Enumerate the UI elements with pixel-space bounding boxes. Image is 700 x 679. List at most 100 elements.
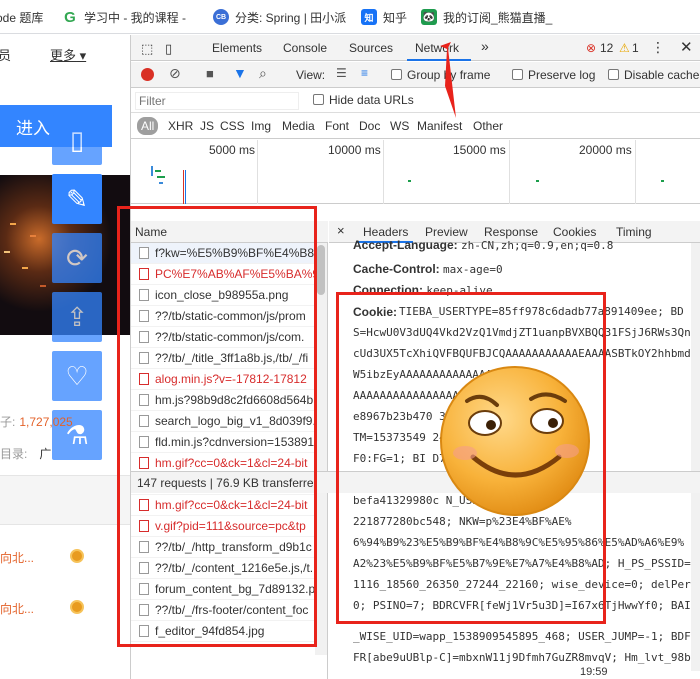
timeline-gridline [635,140,636,204]
type-filter-ws[interactable]: WS [390,119,409,133]
more-tabs-icon[interactable]: » [481,38,489,54]
checkbox-label: Hide data URLs [329,93,414,107]
bookmark-courses[interactable]: G 学习中 - 我的课程 - [62,8,186,26]
clear-icon[interactable]: ⊘ [169,65,181,82]
timeline-tick-label: 20000 ms [579,143,632,157]
timeline-gridline [257,140,258,204]
download-app-icon[interactable]: ▯ [52,115,102,165]
scrollbar-thumb[interactable] [317,245,325,295]
tab-timing[interactable]: Timing [616,225,652,239]
bookmark-label: ode 题库 [0,10,44,25]
tab-response[interactable]: Response [484,225,538,239]
hide-data-urls-checkbox[interactable]: Hide data URLs [313,93,414,107]
timeline-gridline [509,140,510,204]
bookmark-label: 我的订阅_熊猫直播_ [443,10,553,25]
view-label: View: [296,68,326,82]
preserve-log-checkbox[interactable]: Preserve log [512,68,595,82]
g-logo-icon: G [62,9,78,26]
timeline-tick-label: 15000 ms [453,143,506,157]
enter-label: 进入 [16,118,50,138]
filter-icon[interactable]: ▼ [233,65,247,81]
cookie-line: _WISE_UID=wapp_1538909545895_468; USER_J… [353,630,691,643]
bookmark-leetcode[interactable]: ode 题库 [0,8,43,26]
checkbox-box [391,69,402,80]
heart-icon[interactable]: ♡ [52,351,102,401]
camera-icon[interactable]: ■ [206,66,214,81]
bookmark-panda[interactable]: 🐼 我的订阅_熊猫直播_ [421,8,552,26]
bookmarks-bar: ode 题库 G 学习中 - 我的课程 - CB 分类: Spring | 田小… [0,0,700,34]
type-filter-css[interactable]: CSS [220,119,245,133]
header-row: Accept-Language: zh-CN,zh;q=0.9,en;q=0.8 [353,238,613,252]
warning-icon: ⚠ [619,41,630,55]
record-icon[interactable] [141,68,154,81]
stat-value: 1,727,025 [19,415,73,429]
type-filter-other[interactable]: Other [473,119,503,133]
network-toolbar: ⊘ ■ ▼ ⌕ View: ☰ ≡ Group by frame Preserv… [131,62,700,88]
header-key: Accept-Language: [353,238,458,252]
kebab-menu-icon[interactable]: ⋮ [651,39,665,56]
bookmark-label: 知乎 [383,10,408,25]
panda-logo-icon: 🐼 [421,9,437,25]
badge-icon [70,600,84,614]
cookie-line: FR[abe9uUBlp-C]=mbxnW11j9Dfmh7GuZR8mvqV;… [353,651,691,664]
waterfall-icon[interactable]: ≡ [361,66,368,80]
header-key: Cache-Control: [353,262,440,276]
error-icon: ⊗ [586,41,597,55]
cb-logo-icon: CB [213,9,229,25]
bookmark-spring[interactable]: CB 分类: Spring | 田小派 [213,8,346,26]
type-filter-img[interactable]: Img [251,119,271,133]
filter-input[interactable] [135,92,299,110]
tab-elements[interactable]: Elements [212,41,262,55]
type-filter-js[interactable]: JS [200,119,214,133]
close-icon[interactable]: ✕ [680,38,693,56]
feed-item[interactable]: 向北... [0,600,34,617]
type-filter-doc[interactable]: Doc [359,119,380,133]
nav-link-more[interactable]: 更多 ▾ [50,45,86,64]
tab-cookies[interactable]: Cookies [553,225,596,239]
search-icon[interactable]: ⌕ [259,65,267,82]
header-value: zh-CN,zh;q=0.9,en;q=0.8 [461,239,614,252]
type-filter-font[interactable]: Font [325,119,349,133]
tab-preview[interactable]: Preview [425,225,468,239]
timeline-overview[interactable]: 5000 ms 10000 ms 15000 ms 20000 ms [131,140,700,204]
clock: 19:59 [580,666,608,678]
bookmark-label: 分类: Spring | 田小派 [235,10,347,25]
bookmark-label: 学习中 - 我的课程 - [84,10,186,25]
checkbox-box [608,69,619,80]
resource-type-filter: All XHR JS CSS Img Media Font Doc WS Man… [131,113,700,139]
edit-icon[interactable]: ✎ [52,174,102,224]
tab-sources[interactable]: Sources [349,41,393,55]
error-count[interactable]: 12 [600,41,613,55]
type-filter-xhr[interactable]: XHR [168,119,193,133]
close-detail-icon[interactable]: × [337,223,345,238]
refresh-icon[interactable]: ⟳ [52,233,102,283]
nav-link-member[interactable]: 员 [0,45,11,64]
waterfall-bar [157,176,165,178]
waterfall-bar [661,180,664,182]
checkbox-label: Preserve log [528,68,596,82]
detail-scrollbar[interactable] [691,243,700,671]
smirk-emoji-icon [440,366,590,516]
tab-headers[interactable]: Headers [363,225,408,239]
timeline-gridline [383,140,384,204]
zhihu-logo-icon: 知 [361,9,377,25]
disable-cache-checkbox[interactable]: Disable cache [608,68,699,82]
domcontentloaded-marker [185,170,186,204]
inspect-icon[interactable]: ⬚ [141,41,153,57]
type-filter-media[interactable]: Media [282,119,315,133]
checkbox-box [512,69,523,80]
nav-more-label: 更多 [50,48,77,63]
tab-console[interactable]: Console [283,41,327,55]
bookmark-zhihu[interactable]: 知 知乎 [361,8,407,26]
waterfall-bar [408,180,411,182]
warning-count[interactable]: 1 [632,41,639,55]
stat-value: 广 [39,447,52,461]
stat-directory: 目录: 广 [0,445,51,462]
device-toggle-icon[interactable]: ▯ [165,41,172,57]
devtools-tabbar: ⬚ ▯ Elements Console Sources Network » ⊗… [131,35,700,61]
large-rows-icon[interactable]: ☰ [336,66,347,80]
checkbox-box [313,94,324,105]
share-icon[interactable]: ⇪ [52,292,102,342]
feed-item[interactable]: 向北... [0,549,34,566]
type-filter-all[interactable]: All [137,117,159,135]
